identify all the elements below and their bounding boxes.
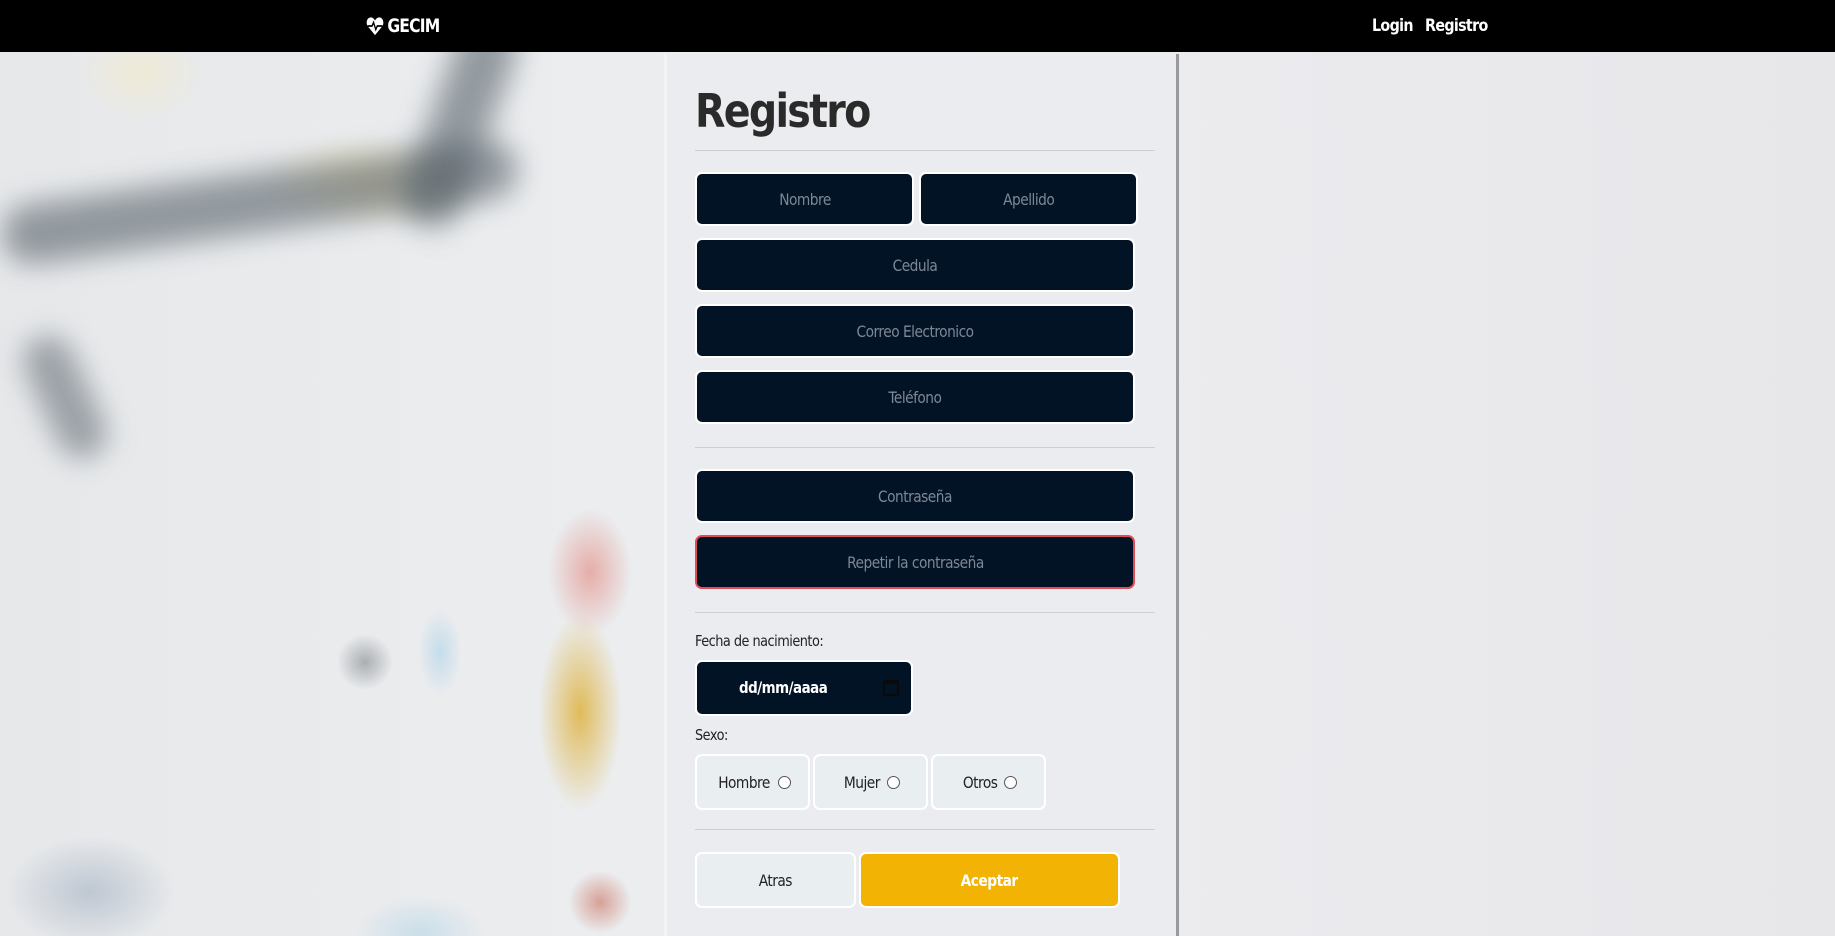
repeat-password-input[interactable]: Repetir la contraseña	[695, 535, 1135, 589]
email-placeholder: Correo Electronico	[856, 321, 974, 341]
divider	[695, 447, 1155, 448]
sex-option-label: Mujer	[844, 772, 880, 792]
sex-option-mujer[interactable]: Mujer	[813, 754, 928, 810]
birthdate-label: Fecha de nacimiento:	[695, 632, 824, 650]
birthdate-value: dd/mm/aaaa	[739, 678, 828, 697]
telefono-placeholder: Teléfono	[888, 387, 942, 407]
divider	[695, 150, 1155, 151]
nombre-placeholder: Nombre	[778, 189, 831, 209]
calendar-icon[interactable]	[883, 680, 899, 696]
radio-button[interactable]	[778, 775, 792, 789]
register-panel: Registro Nombre Apellido Cedula Correo E…	[664, 54, 1179, 936]
repeat-password-placeholder: Repetir la contraseña	[846, 552, 984, 572]
telefono-input[interactable]: Teléfono	[695, 370, 1135, 424]
email-input[interactable]: Correo Electronico	[695, 304, 1135, 358]
apellido-input[interactable]: Apellido	[919, 172, 1138, 226]
nav-links: Login Registro	[1372, 0, 1499, 52]
apellido-placeholder: Apellido	[1002, 189, 1055, 209]
nav-link-login[interactable]: Login	[1372, 16, 1414, 36]
sex-option-label: Hombre	[718, 772, 770, 792]
radio-button[interactable]	[886, 775, 900, 789]
password-input[interactable]: Contraseña	[695, 469, 1135, 523]
heart-pulse-icon	[366, 17, 384, 36]
accept-button-label: Aceptar	[960, 870, 1019, 890]
sex-label: Sexo:	[695, 726, 728, 744]
password-placeholder: Contraseña	[878, 486, 952, 506]
sex-option-hombre[interactable]: Hombre	[695, 754, 810, 810]
birthdate-input[interactable]: dd/mm/aaaa	[695, 660, 913, 716]
divider	[695, 829, 1155, 830]
cedula-placeholder: Cedula	[892, 255, 938, 275]
brand-logo[interactable]: GECIM	[366, 0, 440, 52]
nombre-input[interactable]: Nombre	[695, 172, 914, 226]
divider	[695, 612, 1155, 613]
sex-option-otros[interactable]: Otros	[931, 754, 1046, 810]
cedula-input[interactable]: Cedula	[695, 238, 1135, 292]
radio-button[interactable]	[1004, 775, 1018, 789]
accept-button[interactable]: Aceptar	[859, 852, 1120, 908]
back-button[interactable]: Atras	[695, 852, 856, 908]
brand-name: GECIM	[387, 15, 440, 37]
nav-link-registro[interactable]: Registro	[1425, 16, 1488, 36]
back-button-label: Atras	[758, 870, 793, 890]
sex-option-label: Otros	[962, 772, 998, 792]
top-navbar: GECIM Login Registro	[0, 0, 1835, 52]
page-title: Registro	[695, 84, 871, 138]
